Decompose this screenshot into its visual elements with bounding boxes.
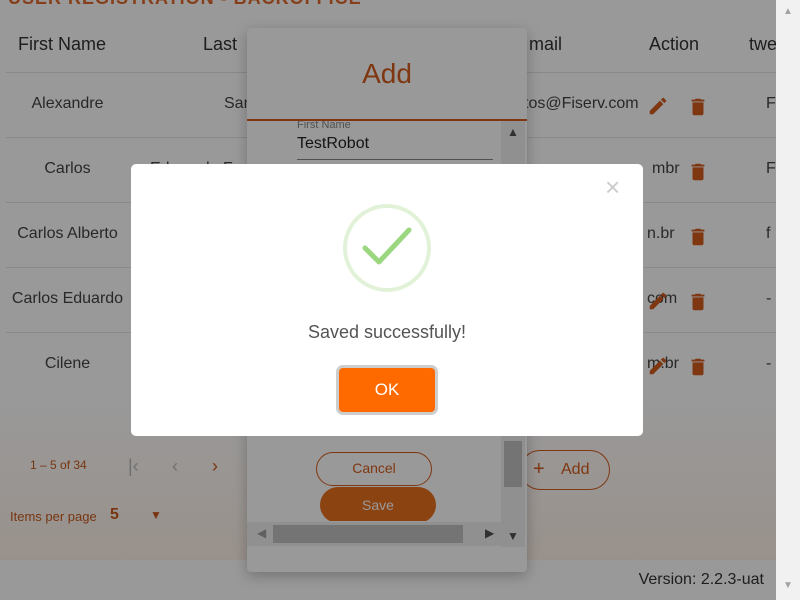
success-check-icon	[343, 204, 431, 292]
scroll-down-icon[interactable]: ▼	[783, 580, 793, 591]
close-icon[interactable]: ×	[605, 174, 620, 200]
scroll-up-icon[interactable]: ▲	[783, 6, 793, 17]
ok-button[interactable]: OK	[339, 368, 435, 412]
alert-message: Saved successfully!	[307, 322, 467, 342]
success-alert: × Saved successfully! OK	[131, 164, 643, 436]
page-scrollbar[interactable]: ▲ ▼	[776, 0, 800, 600]
